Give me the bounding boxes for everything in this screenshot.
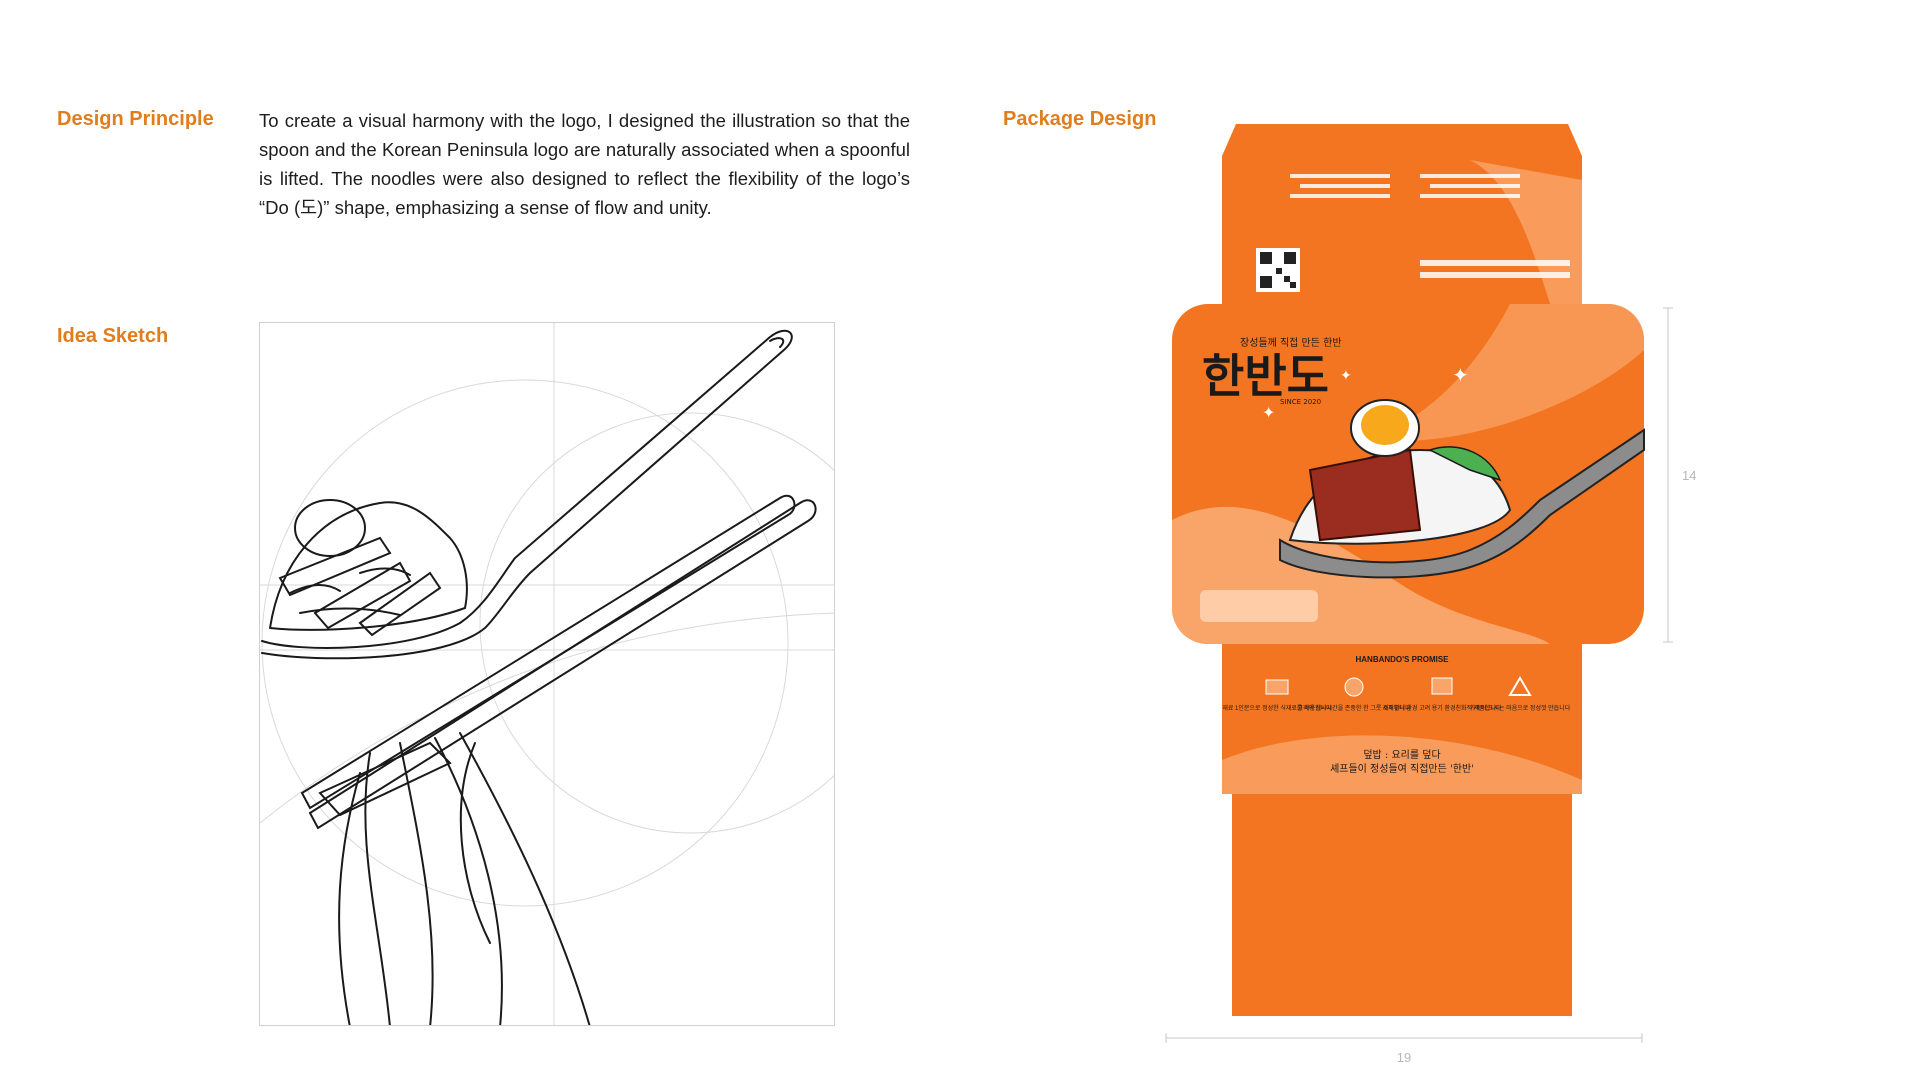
package-dieline-graphic: 장성들께 직접 만든 한반 한반도 SINCE 2020 ✦ ✦ ✦ HANBA… [1172, 124, 1645, 1016]
package-slogan-line1: 덮밥 : 요리를 덮다 [1363, 749, 1440, 761]
design-principle-heading: Design Principle [57, 108, 214, 130]
idea-sketch-illustration [259, 322, 835, 1026]
svg-text:✦: ✦ [1340, 367, 1352, 383]
qr-code-icon [1256, 248, 1300, 292]
spoon-chopsticks-sketch [260, 323, 834, 1025]
package-label-area [1200, 590, 1318, 622]
package-dieline: 장성들께 직접 만든 한반 한반도 SINCE 2020 ✦ ✦ ✦ HANBA… [1170, 120, 1646, 1016]
package-promise-title: HANBANDO'S PROMISE [1355, 655, 1449, 664]
package-logo: 한반도 [1202, 349, 1329, 403]
package-bottom-flap [1232, 794, 1572, 1016]
sketch-guide-lines [260, 323, 834, 1025]
package-slogan-line2: 셰프들이 정성들여 직접만든 '한반' [1330, 763, 1474, 775]
svg-text:✦: ✦ [1452, 365, 1469, 387]
package-design-heading: Package Design [1003, 108, 1157, 130]
package-height-label: 14 [1682, 468, 1696, 483]
package-width-label: 19 [1397, 1050, 1411, 1065]
package-logo-tagline: 장성들께 직접 만든 한반 [1240, 337, 1342, 349]
package-promise-item-4: 가족이 드시는 마음으로 정성껏 만듭니다 [1470, 704, 1571, 712]
svg-text:✦: ✦ [1262, 405, 1275, 422]
design-principle-text: To create a visual harmony with the logo… [259, 110, 910, 218]
package-logo-since: SINCE 2020 [1280, 398, 1321, 406]
idea-sketch-heading: Idea Sketch [57, 325, 169, 347]
